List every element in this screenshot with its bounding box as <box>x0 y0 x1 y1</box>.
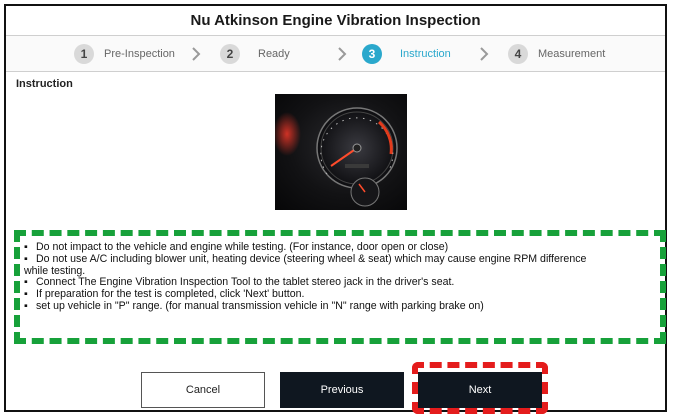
next-button[interactable]: Next <box>418 372 542 408</box>
step-label: Measurement <box>538 48 606 60</box>
step-label: Ready <box>258 48 290 60</box>
section-heading: Instruction <box>16 78 73 90</box>
inspection-window: Nu Atkinson Engine Vibration Inspection … <box>4 4 667 414</box>
step-indicator: 1 Pre-Inspection 2 Ready 3 Instruction 4… <box>6 36 665 72</box>
gauge-cluster-illustration <box>275 107 398 207</box>
instructions-list: ▪ Do not impact to the vehicle and engine… <box>14 230 666 344</box>
previous-button[interactable]: Previous <box>280 372 404 408</box>
step-number: 1 <box>74 44 94 64</box>
step-ready: 2 Ready <box>220 44 290 64</box>
chevron-right-icon <box>192 47 201 61</box>
step-number: 2 <box>220 44 240 64</box>
step-label: Pre-Inspection <box>104 48 175 60</box>
step-label: Instruction <box>400 48 451 60</box>
step-measurement: 4 Measurement <box>508 44 605 64</box>
step-number: 3 <box>362 44 382 64</box>
instruction-item: ▪ Do not use A/C including blower unit, h… <box>24 252 587 265</box>
instruction-item: ▪ set up vehicle in "P" range. (for manua… <box>24 299 484 312</box>
bullet-icon: ▪ <box>24 299 28 312</box>
chevron-right-icon <box>338 47 347 61</box>
instrument-cluster-image <box>275 94 407 210</box>
step-number: 4 <box>508 44 528 64</box>
window-title: Nu Atkinson Engine Vibration Inspection <box>190 12 481 29</box>
chevron-right-icon <box>480 47 489 61</box>
step-pre-inspection: 1 Pre-Inspection <box>74 44 175 64</box>
step-instruction: 3 Instruction <box>362 44 451 64</box>
title-bar: Nu Atkinson Engine Vibration Inspection <box>6 6 665 36</box>
cancel-button[interactable]: Cancel <box>141 372 265 408</box>
